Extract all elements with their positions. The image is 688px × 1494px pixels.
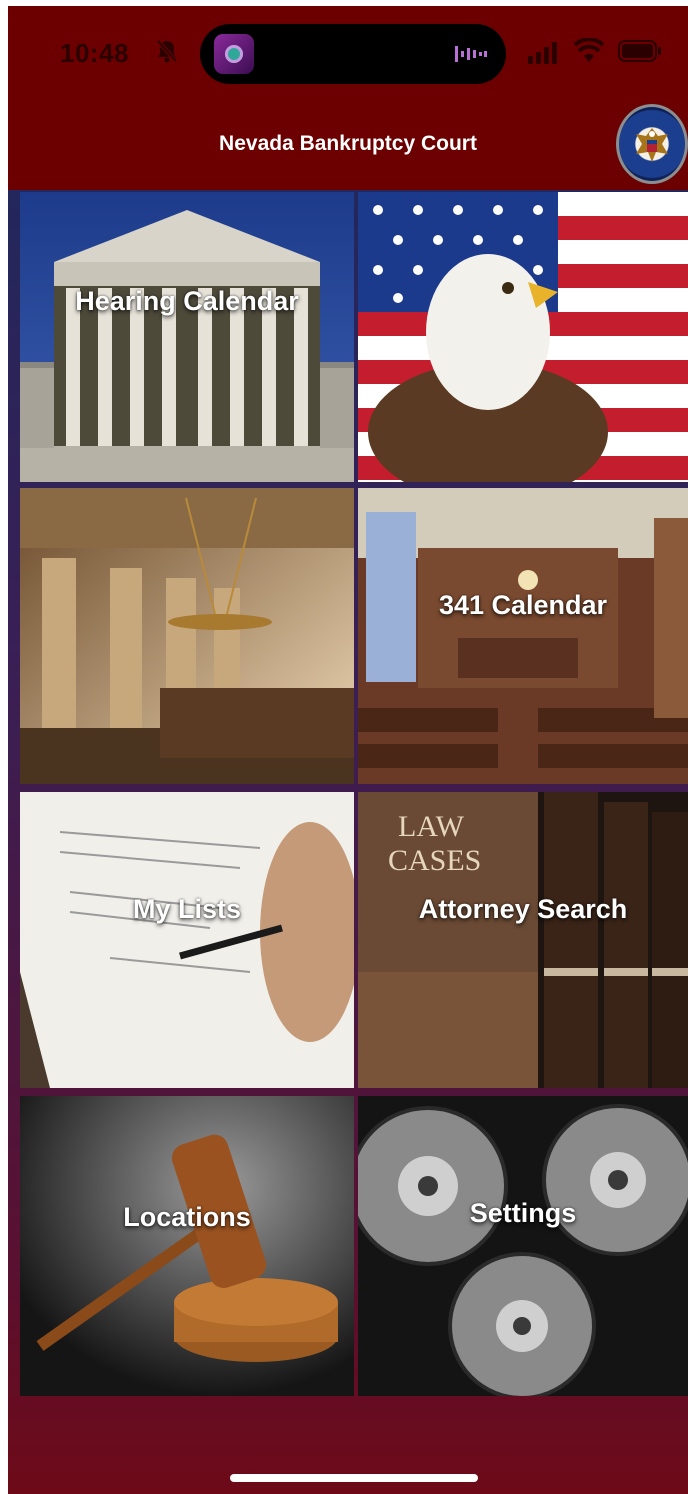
hand-signing-document-image [20, 792, 354, 1088]
tile-settings[interactable]: Settings [358, 1096, 688, 1396]
tile-label: Attorney Search [418, 894, 628, 924]
judge-gavel-image [20, 1096, 354, 1396]
tile-label: Hearing Calendar [75, 286, 299, 316]
svg-text:LAW: LAW [398, 810, 465, 843]
tile-attorney-search[interactable]: LAW CASES Attorney Search [358, 792, 688, 1088]
tile-hearing-calendar[interactable]: Hearing Calendar [20, 192, 354, 482]
signal-icon [528, 42, 557, 64]
tile-locations[interactable]: Locations [20, 1096, 354, 1396]
tile-label: Locations [123, 1202, 251, 1232]
tile-341-calendar[interactable]: 341 Calendar [358, 488, 688, 784]
bald-eagle-american-flag-image [358, 192, 688, 482]
united-states-courts-seal-icon[interactable] [616, 104, 688, 184]
wifi-icon [574, 38, 604, 62]
svg-text:CASES: CASES [388, 844, 481, 877]
tile-scales-of-justice[interactable] [20, 488, 354, 784]
battery-icon [618, 40, 661, 62]
tile-label: Settings [469, 1198, 577, 1228]
header-bar: 10:48 Nevada Bankruptcy Court [8, 6, 688, 190]
tile-my-lists[interactable]: My Lists [20, 792, 354, 1088]
tile-label: My Lists [132, 894, 242, 924]
home-indicator[interactable] [230, 1474, 478, 1482]
law-cases-books-image: LAW CASES [358, 792, 688, 1088]
courtroom-interior-image [358, 488, 688, 784]
metal-gears-image [358, 1096, 688, 1396]
dynamic-island[interactable] [200, 24, 506, 84]
bell-slash-icon [156, 39, 178, 63]
tile-label: 341 Calendar [438, 590, 608, 620]
podcast-artwork-icon [214, 34, 254, 74]
supreme-court-building-image [20, 192, 354, 482]
audio-waveform-icon [455, 46, 487, 62]
status-time: 10:48 [60, 38, 129, 68]
scales-of-justice-image [20, 488, 354, 784]
page-title: Nevada Bankruptcy Court [219, 132, 477, 155]
tile-eagle-flag[interactable] [358, 192, 688, 482]
app-screen: 10:48 Nevada Bankruptcy Court Hearing Ca… [8, 6, 688, 1494]
